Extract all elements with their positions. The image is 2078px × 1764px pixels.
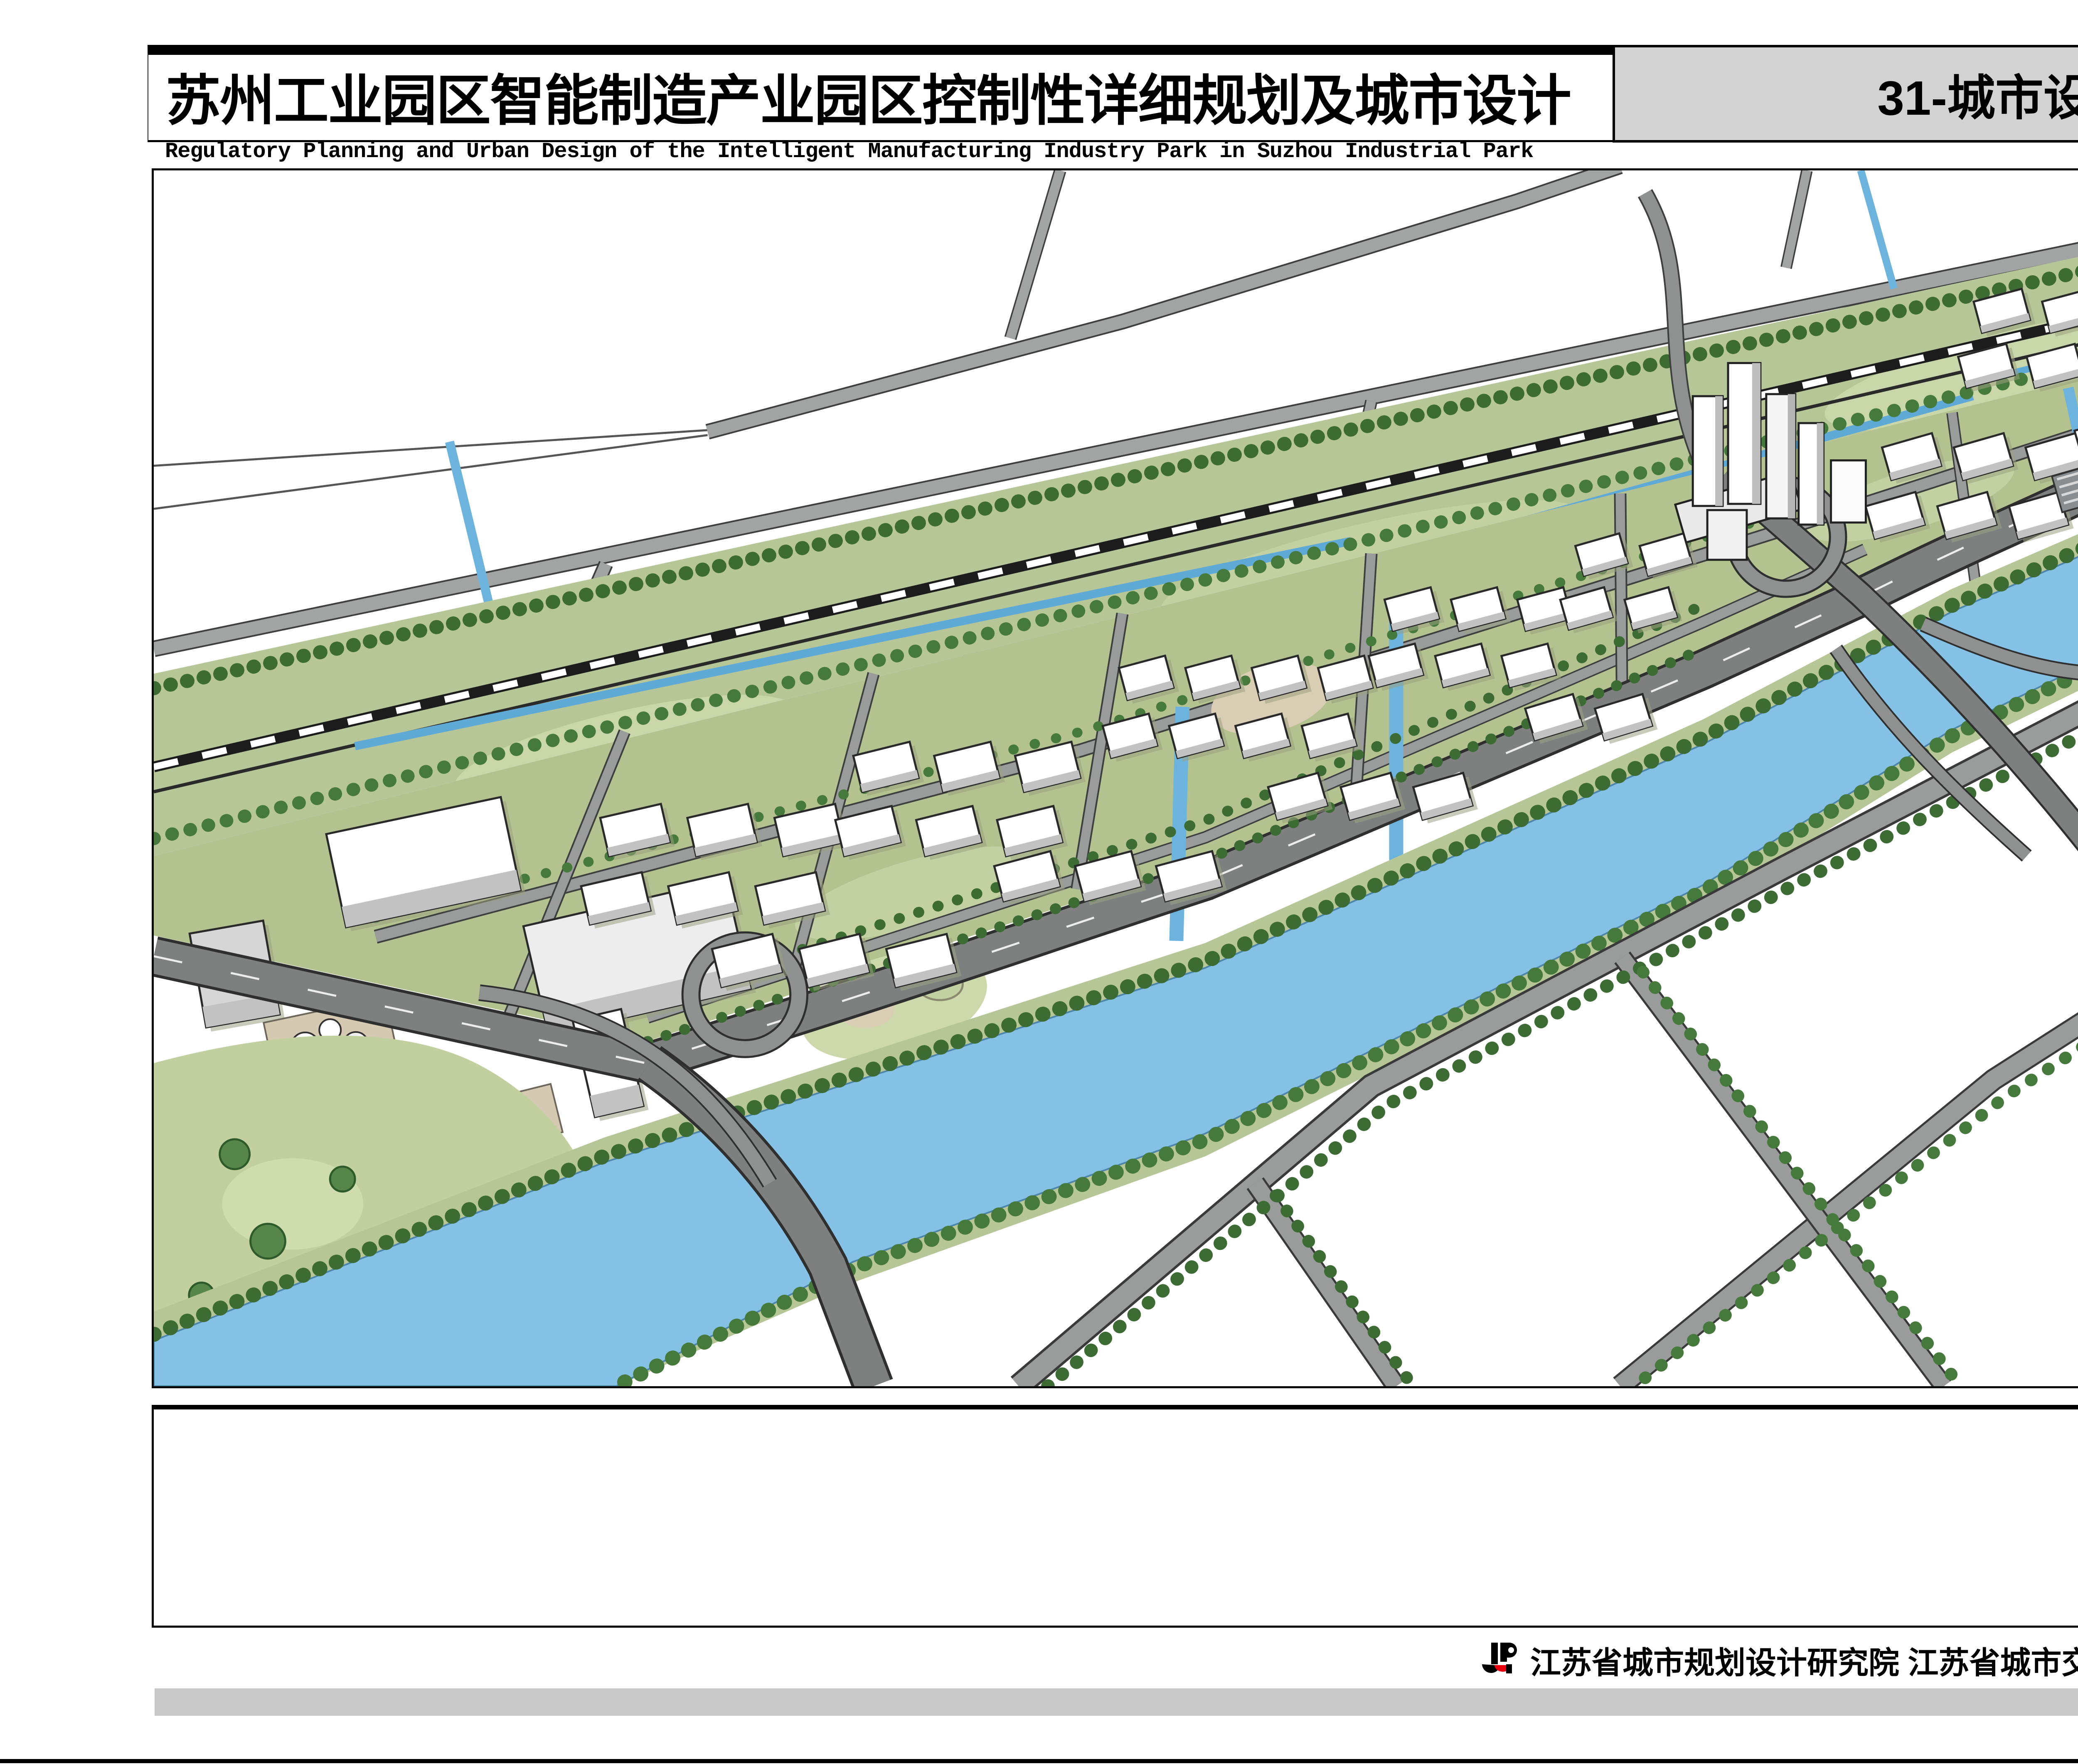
title-block: 苏州工业园区智能制造产业园区控制性详细规划及城市设计 Regulatory Pl… (148, 45, 1613, 142)
credit-row: 江苏省城市规划设计研究院 江苏省城市交通规划研究中心 (1476, 1637, 2078, 1683)
legend-panel (152, 1405, 2078, 1628)
page-title: 苏州工业园区智能制造产业园区控制性详细规划及城市设计 (166, 57, 1613, 136)
drawing-number-panel: 31-城市设计三维鸟瞰图 (1613, 45, 2078, 143)
drawing-number-label: 31-城市设计三维鸟瞰图 (1877, 59, 2078, 129)
jp-monogram-logo (1476, 1640, 1518, 1680)
drawing-sheet: 苏州工业园区智能制造产业园区控制性详细规划及城市设计 Regulatory Pl… (0, 0, 2078, 1764)
footer-bar (155, 1688, 2078, 1716)
institute-credit: 江苏省城市规划设计研究院 江苏省城市交通规划研究中心 (1530, 1638, 2078, 1683)
aerial-rendering-frame (152, 168, 2078, 1388)
bottom-rule (0, 1759, 2078, 1763)
aerial-view-rendering (154, 170, 2078, 1386)
page-subtitle-english: Regulatory Planning and Urban Design of … (165, 139, 1613, 164)
